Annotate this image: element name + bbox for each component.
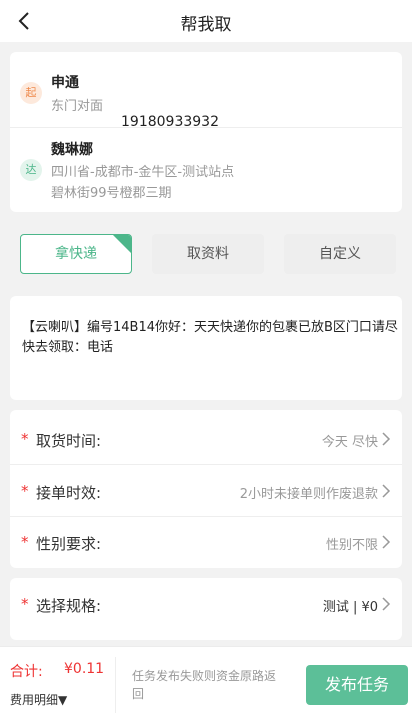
delivery-address-line1: 四川省-成都市-金牛区-测试站点 — [51, 165, 235, 180]
type-option-label: 拿快递 — [55, 246, 97, 262]
required-mark: * — [21, 482, 29, 500]
fee-detail-toggle[interactable]: 费用明细▼ — [10, 691, 67, 708]
spec-card: * 选择规格: 测试 | ¥0 — [10, 578, 402, 640]
address-card: 起 申通 东门对面 达 魏琳娜 四川省-成都市-金牛区-测试站点 碧林街99号橙… — [10, 52, 402, 212]
form-label: 选择规格: — [36, 597, 102, 615]
delivery-badge: 达 — [20, 159, 42, 181]
required-mark: * — [21, 533, 29, 551]
page-title: 帮我取 — [180, 15, 232, 35]
total-amount: ¥0.11 — [64, 661, 105, 677]
chevron-right-icon — [382, 597, 391, 611]
type-option-express[interactable]: 拿快递 ✓ — [20, 234, 132, 274]
delivery-name: 魏琳娜 — [51, 142, 93, 158]
chevron-right-icon — [382, 484, 391, 498]
type-option-label: 取资料 — [187, 246, 229, 262]
form-label: 性别要求: — [36, 535, 102, 553]
pickup-address: 东门对面 — [51, 99, 104, 114]
type-option-label: 自定义 — [319, 246, 361, 262]
footer-bar: 合计: ¥0.11 费用明细▼ 任务发布失败则资金原路返回 发布任务 — [0, 646, 412, 722]
form-label: 接单时效: — [36, 484, 102, 502]
divider — [115, 657, 116, 713]
message-text: 【云喇叭】编号14B14你好：天天快递你的包裹已放B区门口请尽快去领取：电话 — [22, 320, 398, 355]
pickup-name: 申通 — [51, 75, 79, 91]
selected-check-icon: ✓ — [113, 235, 131, 262]
delivery-address-row[interactable]: 达 魏琳娜 四川省-成都市-金牛区-测试站点 碧林街99号橙郡三期 — [10, 128, 402, 212]
form-value: 今天 尽快 — [321, 435, 378, 450]
header-bar: 帮我取 — [0, 0, 412, 42]
pickup-badge: 起 — [20, 82, 42, 104]
form-row-gender[interactable]: * 性别要求: 性别不限 — [10, 516, 402, 568]
form-value: 测试 | ¥0 — [322, 600, 378, 615]
delivery-address-line2: 碧林街99号橙郡三期 — [51, 186, 172, 201]
chevron-right-icon — [382, 535, 391, 549]
form-value: 2小时未接单则作废退款 — [239, 487, 378, 502]
chevron-right-icon — [382, 432, 391, 446]
type-option-documents[interactable]: 取资料 — [152, 234, 264, 274]
form-row-pickup-time[interactable]: * 取货时间: 今天 尽快 — [10, 413, 402, 465]
form-label: 取货时间: — [36, 432, 102, 450]
total-label: 合计: — [10, 664, 43, 680]
task-type-selector: 拿快递 ✓ 取资料 自定义 — [10, 222, 402, 286]
form-row-order-timeout[interactable]: * 接单时效: 2小时未接单则作废退款 — [10, 465, 402, 517]
form-card: * 取货时间: 今天 尽快 * 接单时效: 2小时未接单则作废退款 * 性别要求… — [10, 410, 402, 568]
required-mark: * — [21, 595, 29, 613]
type-option-custom[interactable]: 自定义 — [284, 234, 396, 274]
publish-task-button[interactable]: 发布任务 — [306, 665, 408, 705]
form-row-spec[interactable]: * 选择规格: 测试 | ¥0 — [10, 578, 402, 630]
required-mark: * — [21, 430, 29, 448]
message-textarea[interactable]: 【云喇叭】编号14B14你好：天天快递你的包裹已放B区门口请尽快去领取：电话 — [10, 296, 402, 400]
delivery-phone: 19180933932 — [121, 114, 219, 130]
form-value: 性别不限 — [325, 538, 378, 553]
refund-note: 任务发布失败则资金原路返回 — [132, 669, 277, 701]
